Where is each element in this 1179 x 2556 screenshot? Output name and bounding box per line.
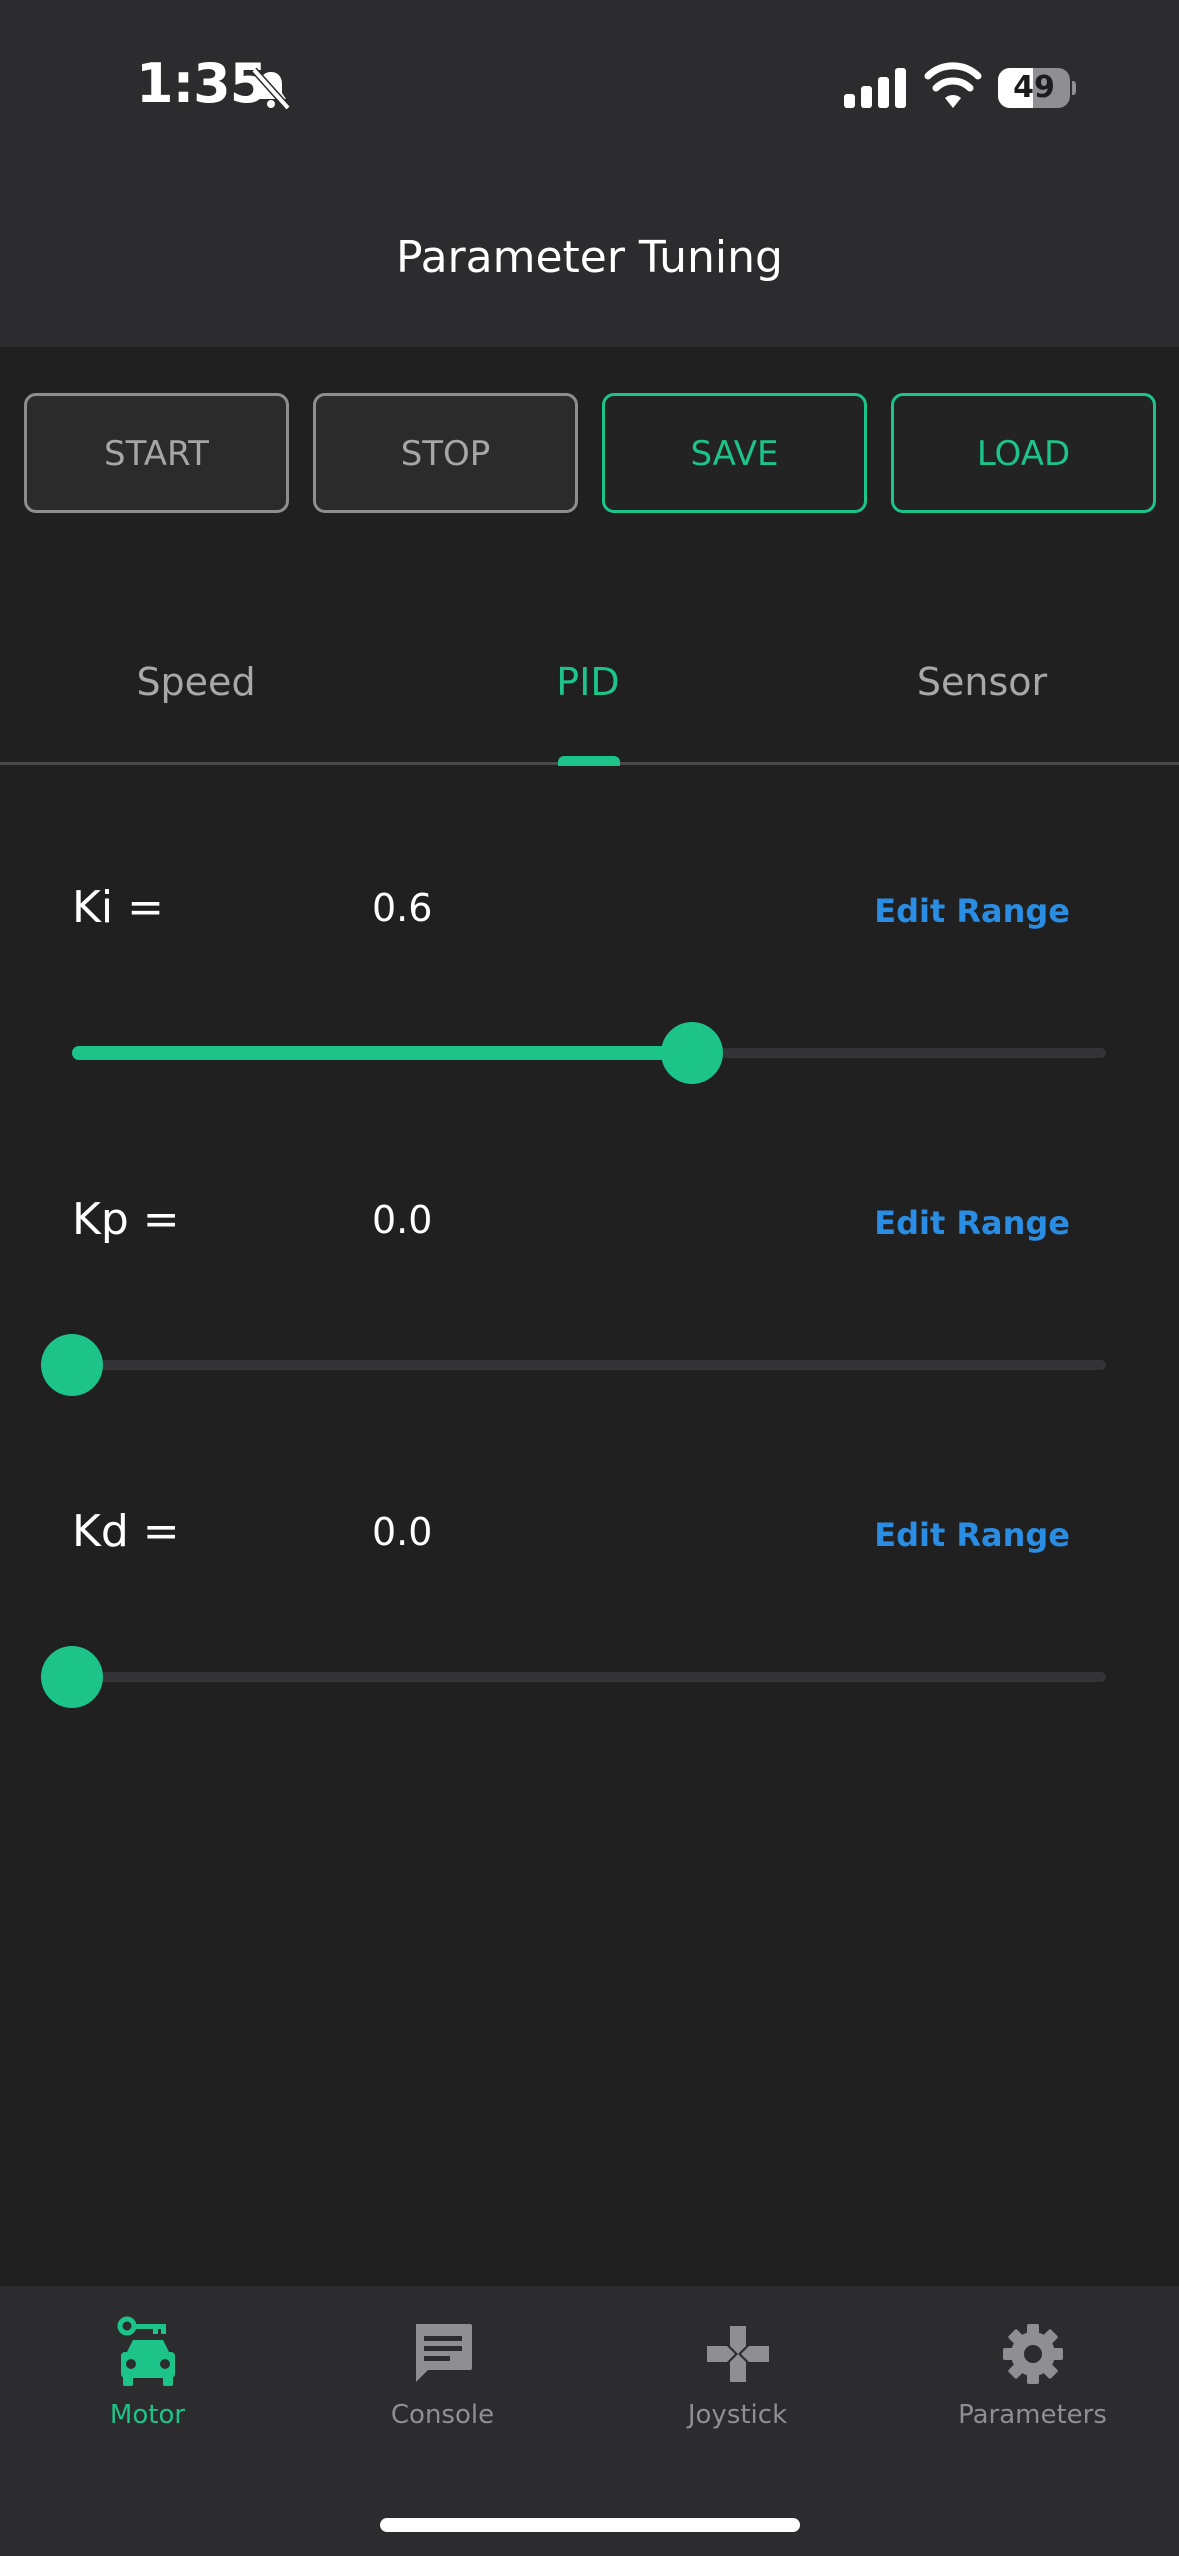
- wifi-icon: [924, 62, 982, 108]
- app-header: 1:35 49 Parameter Tuning: [0, 0, 1179, 347]
- nav-label-motor: Motor: [109, 2400, 186, 2430]
- gear-icon: [1002, 2324, 1063, 2384]
- page-title: Parameter Tuning: [396, 232, 783, 283]
- kd-value: 0.0: [372, 1510, 433, 1554]
- nav-label-joystick: Joystick: [687, 2400, 788, 2430]
- start-button[interactable]: START: [24, 393, 289, 513]
- slider-track: [72, 1672, 1106, 1682]
- nav-item-joystick[interactable]: Joystick: [590, 2316, 885, 2456]
- kp-label: Kp =: [72, 1194, 180, 1245]
- cell-signal-icon: [844, 68, 906, 108]
- slider-thumb[interactable]: [41, 1334, 103, 1396]
- kp-edit-range-link[interactable]: Edit Range: [874, 1204, 1070, 1242]
- chat-icon: [415, 2324, 472, 2382]
- bottom-nav: Motor Console Joystick Parameters: [0, 2286, 1179, 2556]
- tab-sensor[interactable]: Sensor: [786, 660, 1178, 704]
- save-button[interactable]: SAVE: [602, 393, 867, 513]
- home-indicator: [380, 2518, 800, 2532]
- tab-pid[interactable]: PID: [392, 660, 784, 704]
- nav-item-motor[interactable]: Motor: [0, 2316, 295, 2456]
- slider-track: [72, 1360, 1106, 1370]
- ki-value: 0.6: [372, 886, 433, 930]
- car-icon: [117, 2316, 175, 2386]
- slider-fill: [72, 1046, 693, 1060]
- tab-speed[interactable]: Speed: [0, 660, 392, 704]
- nav-item-console[interactable]: Console: [295, 2316, 590, 2456]
- ki-label: Ki =: [72, 882, 164, 933]
- status-time: 1:35: [136, 52, 267, 115]
- nav-label-parameters: Parameters: [958, 2400, 1107, 2430]
- kd-slider[interactable]: [41, 1646, 1106, 1708]
- battery-indicator: 49: [998, 68, 1076, 108]
- active-tab-indicator: [558, 756, 620, 766]
- gamepad-icon: [706, 2326, 769, 2382]
- kp-value: 0.0: [372, 1198, 433, 1242]
- kd-label: Kd =: [72, 1506, 180, 1557]
- ki-edit-range-link[interactable]: Edit Range: [874, 892, 1070, 930]
- load-button[interactable]: LOAD: [891, 393, 1156, 513]
- kp-slider[interactable]: [41, 1334, 1106, 1396]
- bell-muted-icon: [251, 67, 291, 111]
- stop-button[interactable]: STOP: [313, 393, 578, 513]
- slider-thumb[interactable]: [661, 1022, 724, 1084]
- kd-edit-range-link[interactable]: Edit Range: [874, 1516, 1070, 1554]
- ki-slider[interactable]: [72, 1022, 1106, 1084]
- slider-thumb[interactable]: [41, 1646, 103, 1708]
- battery-level: 49: [1013, 70, 1055, 105]
- nav-item-parameters[interactable]: Parameters: [885, 2316, 1179, 2456]
- nav-label-console: Console: [390, 2400, 495, 2430]
